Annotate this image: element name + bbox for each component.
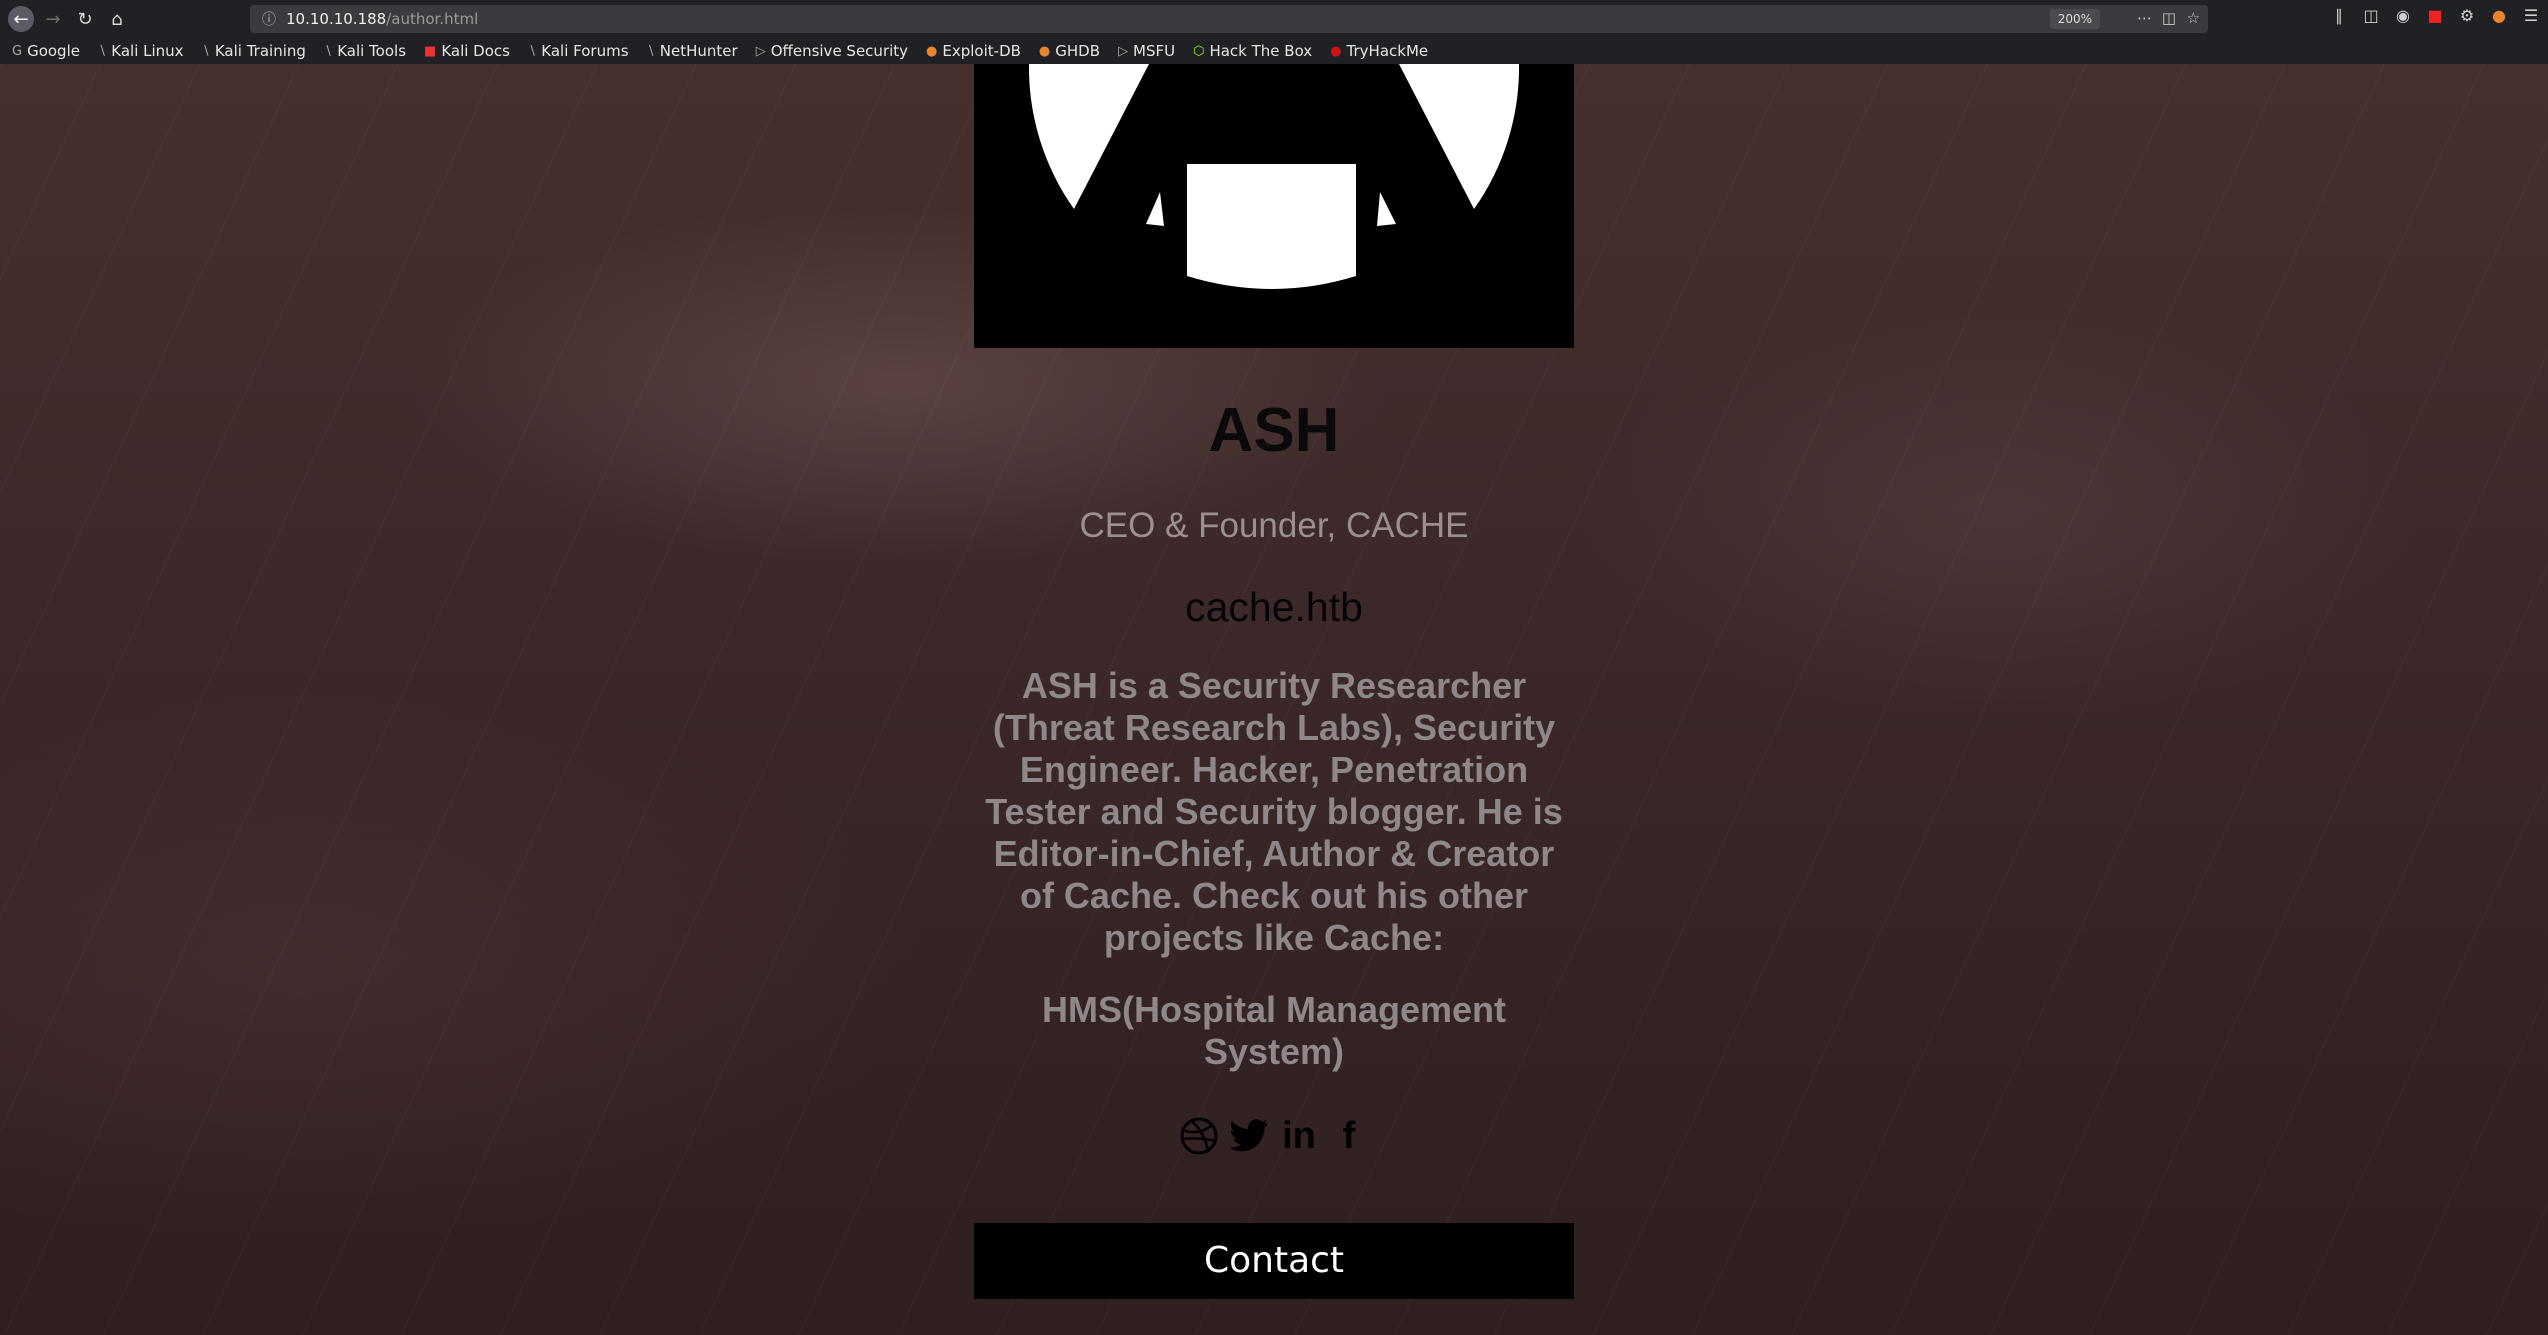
google-icon: G [12, 43, 23, 59]
author-avatar [974, 64, 1574, 348]
kali-icon: ∖ [323, 43, 333, 59]
bookmark-kali-tools[interactable]: ∖ Kali Tools [324, 42, 406, 60]
page-actions-icon[interactable]: ⋯ [2137, 9, 2152, 27]
extension-red-icon[interactable]: ■ [2426, 6, 2444, 25]
thm-icon: ● [1330, 43, 1342, 59]
dribbble-icon[interactable] [1178, 1113, 1220, 1159]
bookmark-kali-training[interactable]: ∖ Kali Training [202, 42, 306, 60]
contact-button[interactable]: Contact [974, 1223, 1574, 1299]
toolbar-right: ∥ ◫ ◉ ■ ⚙ ● ☰ [2330, 6, 2540, 25]
back-arrow-icon[interactable]: ← [8, 6, 34, 32]
bookmarks-bar: G Google ∖ Kali Linux ∖ Kali Training ∖ Kali… [0, 38, 2548, 64]
author-role: CEO & Founder, CACHE [1079, 506, 1469, 545]
author-card: ASH CEO & Founder, CACHE cache.htb ASH i… [974, 64, 1574, 1299]
kali-icon: ∖ [97, 43, 107, 59]
twitter-icon[interactable] [1228, 1113, 1270, 1159]
bookmark-ghdb[interactable]: ● GHDB [1039, 42, 1100, 60]
bookmark-label: NetHunter [659, 42, 738, 60]
offsec-icon: ▷ [1118, 43, 1129, 59]
bookmark-msfu[interactable]: ▷ MSFU [1118, 42, 1175, 60]
bookmark-offensive-security[interactable]: ▷ Offensive Security [756, 42, 908, 60]
bookmark-label: Kali Docs [441, 42, 510, 60]
library-icon[interactable]: ∥ [2330, 6, 2348, 25]
bookmark-label: Offensive Security [770, 42, 909, 60]
kali-icon: ∖ [527, 43, 537, 59]
bookmark-label: MSFU [1133, 42, 1176, 60]
bookmark-label: TryHackMe [1346, 42, 1429, 60]
site-info-icon[interactable]: ⓘ [262, 9, 276, 29]
url-path: /author.html [386, 10, 479, 28]
author-name: ASH [1208, 396, 1340, 465]
bookmark-hack-the-box[interactable]: ⬡ Hack The Box [1193, 42, 1312, 60]
author-project: HMS(Hospital Management System) [1041, 989, 1507, 1072]
forward-arrow-icon[interactable]: → [40, 6, 66, 32]
htb-icon: ⬡ [1193, 43, 1205, 59]
bookmark-label: Kali Tools [337, 42, 407, 60]
pocket-icon[interactable]: ◫ [2162, 9, 2176, 27]
sidebar-icon[interactable]: ◫ [2362, 6, 2380, 25]
bookmark-label: GHDB [1055, 42, 1101, 60]
bookmark-label: Hack The Box [1209, 42, 1313, 60]
dribbble-glyph [1180, 1117, 1218, 1155]
bookmark-label: Kali Training [214, 42, 306, 60]
bookmark-label: Kali Linux [111, 42, 184, 60]
url-host: 10.10.10.188 [286, 10, 387, 28]
twitter-glyph [1229, 1119, 1268, 1152]
account-icon[interactable]: ◉ [2394, 6, 2412, 25]
bookmark-label: Kali Forums [541, 42, 629, 60]
exploitdb-icon: ● [1038, 43, 1051, 59]
bookmark-kali-docs[interactable]: ■ Kali Docs [424, 42, 510, 60]
linkedin-icon[interactable]: in [1278, 1113, 1320, 1159]
bookmark-kali-linux[interactable]: ∖ Kali Linux [98, 42, 184, 60]
author-domain: cache.htb [1185, 584, 1363, 630]
bookmark-nethunter[interactable]: ∖ NetHunter [647, 42, 738, 60]
foxyproxy-icon[interactable]: ● [2490, 6, 2508, 25]
facebook-icon[interactable]: f [1328, 1113, 1370, 1159]
zoom-indicator[interactable]: 200% [2049, 9, 2100, 29]
kali-docs-icon: ■ [424, 43, 437, 59]
extension-icon[interactable]: ⚙ [2458, 6, 2476, 25]
bookmark-tryhackme[interactable]: ● TryHackMe [1330, 42, 1428, 60]
bookmark-kali-forums[interactable]: ∖ Kali Forums [528, 42, 629, 60]
person-silhouette-icon [974, 64, 1574, 348]
kali-icon: ∖ [646, 43, 655, 59]
bookmark-star-icon[interactable]: ☆ [2187, 9, 2200, 27]
reload-icon[interactable]: ↻ [72, 6, 98, 32]
bookmark-google[interactable]: G Google [12, 42, 80, 60]
page-body: ASH CEO & Founder, CACHE cache.htb ASH i… [0, 64, 2548, 1335]
bookmark-label: Exploit-DB [942, 42, 1021, 60]
kali-icon: ∖ [201, 43, 210, 59]
exploitdb-icon: ● [926, 43, 938, 59]
social-links: in f [974, 1113, 1574, 1159]
offsec-icon: ▷ [755, 43, 766, 59]
menu-icon[interactable]: ☰ [2522, 6, 2540, 25]
bookmark-label: Google [27, 42, 80, 60]
author-bio: ASH is a Security Researcher (Threat Res… [985, 665, 1563, 958]
home-icon[interactable]: ⌂ [104, 6, 130, 32]
address-bar[interactable]: ⓘ 10.10.10.188/author.html 200% ⋯ ◫ ☆ [250, 5, 2208, 33]
bookmark-exploit-db[interactable]: ● Exploit-DB [926, 42, 1021, 60]
browser-toolbar: ← → ↻ ⌂ ⓘ 10.10.10.188/author.html 200% … [0, 0, 2548, 38]
